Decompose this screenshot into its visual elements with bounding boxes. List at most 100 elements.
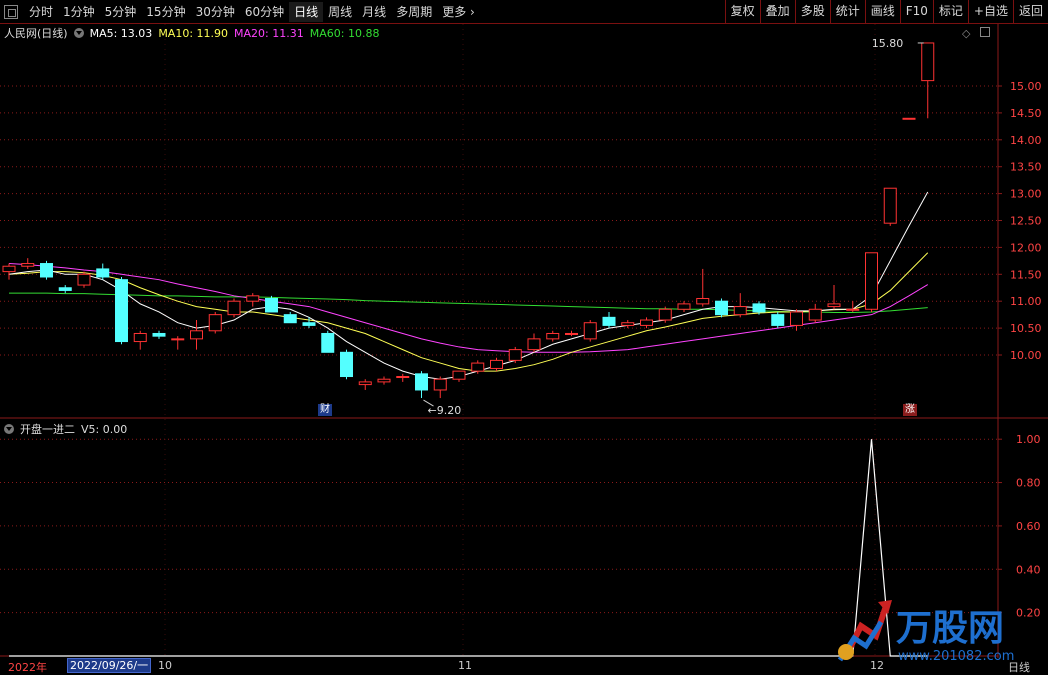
indicator-tick-label: 0.80 bbox=[1016, 477, 1041, 490]
candle-body bbox=[396, 376, 410, 379]
price-tick-label: 12.00 bbox=[1010, 241, 1042, 254]
v5-indicator-line bbox=[9, 439, 928, 657]
candle-body bbox=[546, 332, 560, 340]
overlay-button[interactable]: 叠加 bbox=[759, 0, 795, 23]
dropdown-icon[interactable] bbox=[73, 28, 84, 38]
tab-1min[interactable]: 1分钟 bbox=[58, 2, 100, 22]
tab-5min[interactable]: 5分钟 bbox=[100, 2, 142, 22]
price-tick-label: 13.00 bbox=[1010, 188, 1042, 201]
finance-tag[interactable]: 财 bbox=[318, 404, 332, 416]
diamond-icon[interactable]: ◇ bbox=[962, 27, 970, 40]
indicator-tick-label: 0.60 bbox=[1016, 520, 1041, 533]
candle-body bbox=[527, 338, 541, 351]
candle-body bbox=[21, 263, 35, 267]
price-tick-label: 10.50 bbox=[1010, 322, 1042, 335]
ma60-line bbox=[9, 292, 928, 313]
candle-body bbox=[227, 300, 241, 316]
ma5-label: MA5: 13.03 bbox=[89, 26, 153, 40]
candle-body bbox=[733, 306, 747, 316]
month-10: 10 bbox=[158, 659, 172, 672]
kline-chart[interactable]: 15.00 14.50 14.00 13.50 13.00 12.50 12.00 11.50… bbox=[0, 24, 1048, 674]
indicator-tick-label: 1.00 bbox=[1016, 433, 1041, 446]
tab-weekly[interactable]: 周线 bbox=[323, 2, 357, 22]
candle-body bbox=[602, 316, 616, 326]
mark-button[interactable]: 标记 bbox=[932, 0, 968, 23]
high-price-label: 15.80 bbox=[872, 37, 904, 50]
price-tick-label: 14.50 bbox=[1010, 107, 1042, 120]
candle-body bbox=[152, 332, 166, 337]
tab-15min[interactable]: 15分钟 bbox=[141, 2, 190, 22]
chart-tools: ◇ bbox=[962, 27, 990, 40]
candle-body bbox=[2, 265, 16, 273]
price-tick-label: 13.50 bbox=[1010, 161, 1042, 174]
candle-body bbox=[715, 300, 728, 316]
tab-daily[interactable]: 日线 bbox=[289, 2, 324, 22]
candle-body bbox=[115, 279, 128, 343]
stats-button[interactable]: 统计 bbox=[829, 0, 865, 23]
year-label: 2022年 bbox=[8, 661, 47, 674]
candle-body bbox=[565, 332, 578, 335]
multi-stock-button[interactable]: 多股 bbox=[794, 0, 830, 23]
fuquan-button[interactable]: 复权 bbox=[724, 0, 760, 23]
watermark-url: www.201082.com bbox=[898, 649, 1014, 664]
more-label: 更多 bbox=[442, 5, 467, 19]
f10-button[interactable]: F10 bbox=[899, 0, 933, 23]
candle-body bbox=[808, 308, 822, 321]
tab-30min[interactable]: 30分钟 bbox=[191, 2, 240, 22]
candle-body bbox=[377, 378, 391, 383]
add-watchlist-button[interactable]: +自选 bbox=[967, 0, 1013, 23]
limit-up-tag[interactable]: 涨 bbox=[903, 404, 917, 416]
price-tick-label: 10.00 bbox=[1010, 349, 1042, 362]
candle-body bbox=[171, 338, 185, 341]
candle-body bbox=[658, 308, 672, 321]
candle-body bbox=[640, 319, 653, 326]
price-tick-label: 11.50 bbox=[1010, 268, 1042, 281]
ma10-label: MA10: 11.90 bbox=[158, 26, 229, 40]
ma20-label: MA20: 11.31 bbox=[234, 26, 304, 40]
candle-body bbox=[40, 263, 53, 278]
candle-body bbox=[865, 252, 878, 310]
back-button[interactable]: 返回 bbox=[1012, 0, 1048, 23]
candle-body bbox=[696, 298, 710, 305]
candle-body bbox=[133, 332, 147, 343]
tab-60min[interactable]: 60分钟 bbox=[240, 2, 289, 22]
chevron-right-icon: › bbox=[470, 5, 475, 19]
indicator-value: V5: 0.00 bbox=[81, 422, 128, 436]
candle-body bbox=[321, 332, 335, 353]
candle-body bbox=[490, 359, 503, 369]
candle-body bbox=[190, 330, 203, 340]
tab-more[interactable]: 更多 › bbox=[437, 2, 480, 22]
indicator-name: 开盘一进二 bbox=[20, 423, 75, 436]
toolbar-buttons: 复权 叠加 多股 统计 画线 F10 标记 +自选 返回 bbox=[724, 0, 1048, 23]
candle-body bbox=[902, 117, 916, 120]
window-icon[interactable] bbox=[980, 27, 990, 37]
chart-title-row: 人民网(日线) MA5: 13.03 MA10: 11.90 MA20: 11.… bbox=[4, 25, 379, 41]
draw-line-button[interactable]: 画线 bbox=[864, 0, 900, 23]
period-tabs: 分时 1分钟 5分钟 15分钟 30分钟 60分钟 日线 周线 月线 多周期 更… bbox=[4, 2, 480, 22]
stock-title: 人民网(日线) bbox=[4, 27, 68, 40]
candle-body bbox=[302, 322, 316, 326]
candle-body bbox=[752, 303, 766, 313]
layout-icon[interactable] bbox=[4, 5, 18, 19]
candle-body bbox=[265, 298, 278, 313]
candle-body bbox=[508, 349, 522, 361]
price-tick-label: 12.50 bbox=[1010, 215, 1042, 228]
tab-multi-period[interactable]: 多周期 bbox=[391, 2, 437, 22]
watermark-graphic: 万股网 www.201082.com bbox=[837, 600, 1014, 664]
watermark-logo: 万股网 www.201082.com bbox=[826, 596, 1038, 668]
month-11: 11 bbox=[458, 659, 472, 672]
tab-monthly[interactable]: 月线 bbox=[357, 2, 391, 22]
candle-body bbox=[246, 295, 260, 302]
indicator-dropdown-icon[interactable] bbox=[4, 424, 14, 434]
price-tick-label: 15.00 bbox=[1010, 80, 1042, 93]
tab-fenshi[interactable]: 分时 bbox=[24, 2, 58, 22]
candle-body bbox=[415, 373, 428, 391]
candle-body bbox=[433, 378, 447, 391]
ma60-label: MA60: 10.88 bbox=[309, 26, 380, 40]
candle-body bbox=[77, 273, 91, 286]
candle-body bbox=[358, 381, 372, 386]
candle-body bbox=[827, 303, 841, 308]
indicator-title-row: 开盘一进二 V5: 0.00 bbox=[4, 421, 127, 437]
candle-body bbox=[621, 322, 635, 326]
candle-body bbox=[771, 314, 785, 326]
